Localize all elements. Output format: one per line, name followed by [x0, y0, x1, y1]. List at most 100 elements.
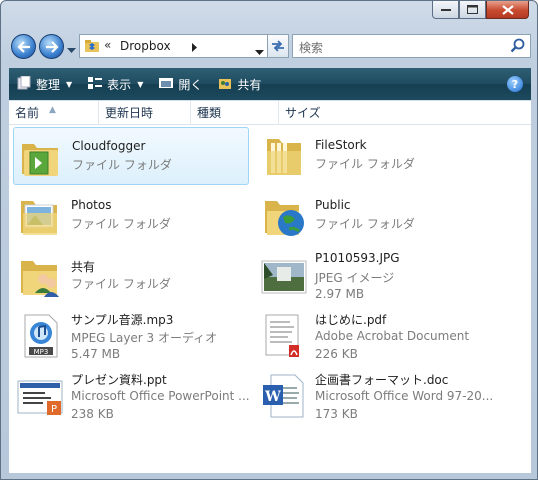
share-icon — [218, 76, 232, 93]
forward-arrow-icon — [45, 40, 59, 53]
help-button[interactable]: ? — [507, 76, 523, 92]
list-item-public[interactable]: Public ファイル フォルダ — [257, 187, 493, 245]
open-button[interactable]: 開く — [151, 68, 210, 100]
item-type: ファイル フォルダ — [315, 217, 415, 231]
column-headers: 名前 ▲ 更新日時 種類 サイズ — [9, 101, 531, 125]
back-button[interactable] — [11, 34, 36, 59]
svg-text:W: W — [264, 389, 281, 405]
breadcrumb-arrow-icon[interactable] — [192, 41, 198, 55]
mp3-icon: MP3 — [17, 313, 63, 359]
item-name: 企画書フォーマット.doc — [315, 373, 449, 387]
chevron-down-icon: ▼ — [137, 79, 144, 89]
recent-pages-dropdown[interactable] — [67, 43, 76, 57]
address-bar[interactable]: « Dropbox — [79, 34, 271, 58]
item-type: Adobe Acrobat Document — [315, 329, 470, 343]
item-size: 2.97 MB — [315, 287, 365, 301]
item-name: 共有 — [71, 260, 96, 274]
list-item-cloudfogger[interactable]: Cloudfogger ファイル フォルダ — [13, 127, 249, 185]
item-name: プレゼン資料.ppt — [71, 373, 167, 387]
organize-label: 整理 — [36, 77, 61, 92]
item-size: 238 KB — [71, 407, 114, 421]
item-type: ファイル フォルダ — [72, 158, 172, 172]
organize-icon — [17, 75, 31, 93]
item-type: ファイル フォルダ — [315, 157, 415, 171]
open-label: 開く — [178, 77, 203, 92]
forward-button[interactable] — [39, 34, 64, 59]
chevron-down-icon — [67, 48, 76, 53]
search-icon[interactable] — [510, 38, 526, 57]
refresh-button[interactable] — [267, 34, 289, 58]
public-folder-icon — [261, 193, 307, 239]
jpeg-thumbnail-icon — [261, 253, 307, 299]
minimize-icon — [440, 8, 451, 11]
chevron-down-icon: ▼ — [66, 79, 73, 89]
item-name: FileStork — [315, 138, 367, 152]
item-type: MPEG Layer 3 オーディオ — [71, 331, 218, 345]
command-bar: 整理 ▼ 表示 ▼ 開く 共有 ? — [9, 68, 531, 100]
item-size: 173 KB — [315, 407, 358, 421]
navigation-bar: « Dropbox 検索 — [9, 31, 531, 61]
minimize-button[interactable] — [432, 1, 459, 19]
svg-text:MP3: MP3 — [34, 348, 49, 356]
folder-icon — [261, 133, 307, 179]
list-item-photos[interactable]: Photos ファイル フォルダ — [13, 187, 249, 245]
item-name: Public — [315, 198, 351, 212]
shared-folder-icon — [17, 253, 63, 299]
address-history-dropdown[interactable] — [255, 44, 264, 58]
photos-folder-icon — [17, 193, 63, 239]
column-name-label: 名前 — [15, 106, 40, 120]
dropbox-folder-icon — [84, 38, 100, 57]
sort-ascending-icon: ▲ — [49, 105, 56, 115]
item-type: ファイル フォルダ — [71, 217, 171, 231]
list-item-filestork[interactable]: FileStork ファイル フォルダ — [257, 127, 493, 185]
column-type-label: 種類 — [197, 106, 222, 120]
item-name: Photos — [71, 198, 112, 212]
address-overflow-chevron[interactable]: « — [104, 38, 111, 52]
view-menu[interactable]: 表示 ▼ — [80, 68, 151, 100]
ppt-icon: P — [17, 373, 63, 419]
item-name: はじめに.pdf — [315, 313, 387, 327]
share-button[interactable]: 共有 — [210, 68, 269, 100]
cloudfogger-folder-icon — [18, 134, 64, 180]
doc-icon: W — [261, 373, 307, 419]
view-label: 表示 — [107, 77, 132, 92]
list-item-pdf[interactable]: はじめに.pdf Adobe Acrobat Document 226 KB — [257, 307, 493, 365]
list-item-jpg[interactable]: P1010593.JPG JPEG イメージ 2.97 MB — [257, 247, 493, 305]
list-item-mp3[interactable]: MP3 サンプル音源.mp3 MPEG Layer 3 オーディオ 5.47 M… — [13, 307, 249, 365]
search-input[interactable]: 検索 — [292, 34, 531, 58]
item-name: サンプル音源.mp3 — [71, 313, 174, 327]
file-list-pane: 名前 ▲ 更新日時 種類 サイズ Cloudfogger ファイル フォルダ F… — [9, 100, 531, 473]
item-size: 5.47 MB — [71, 347, 121, 361]
close-button[interactable] — [486, 1, 529, 19]
list-item-doc[interactable]: W 企画書フォーマット.doc Microsoft Office Word 97… — [257, 367, 493, 425]
column-size[interactable]: サイズ — [279, 101, 531, 125]
column-date-modified[interactable]: 更新日時 — [99, 101, 191, 125]
maximize-button[interactable] — [459, 1, 486, 19]
explorer-window: « Dropbox 検索 整理 ▼ 表示 ▼ 開く 共有 ? 名前 ▲ 更新日時… — [0, 0, 538, 480]
item-name: P1010593.JPG — [315, 251, 400, 265]
address-location[interactable]: Dropbox — [120, 39, 171, 53]
item-size: 226 KB — [315, 347, 358, 361]
share-label: 共有 — [237, 77, 262, 92]
refresh-icon — [272, 40, 284, 52]
view-icon — [88, 76, 103, 93]
item-type: JPEG イメージ — [315, 271, 395, 285]
open-icon — [159, 77, 174, 92]
search-placeholder: 検索 — [299, 41, 324, 55]
list-item-ppt[interactable]: P プレゼン資料.ppt Microsoft Office PowerPoint… — [13, 367, 250, 425]
column-date-label: 更新日時 — [105, 106, 154, 120]
caption-buttons — [432, 1, 529, 19]
svg-text:P: P — [51, 404, 57, 415]
back-arrow-icon — [16, 40, 30, 53]
column-size-label: サイズ — [285, 106, 321, 120]
organize-menu[interactable]: 整理 ▼ — [9, 68, 80, 100]
close-icon — [501, 4, 514, 15]
column-type[interactable]: 種類 — [191, 101, 279, 125]
item-name: Cloudfogger — [72, 139, 146, 153]
list-item-shared[interactable]: 共有 ファイル フォルダ — [13, 247, 249, 305]
item-type: Microsoft Office Word 97-20... — [315, 389, 494, 403]
column-name[interactable]: 名前 ▲ — [9, 101, 99, 125]
item-type: Microsoft Office PowerPoint ... — [71, 389, 250, 403]
item-type: ファイル フォルダ — [71, 277, 171, 291]
maximize-icon — [467, 5, 478, 14]
